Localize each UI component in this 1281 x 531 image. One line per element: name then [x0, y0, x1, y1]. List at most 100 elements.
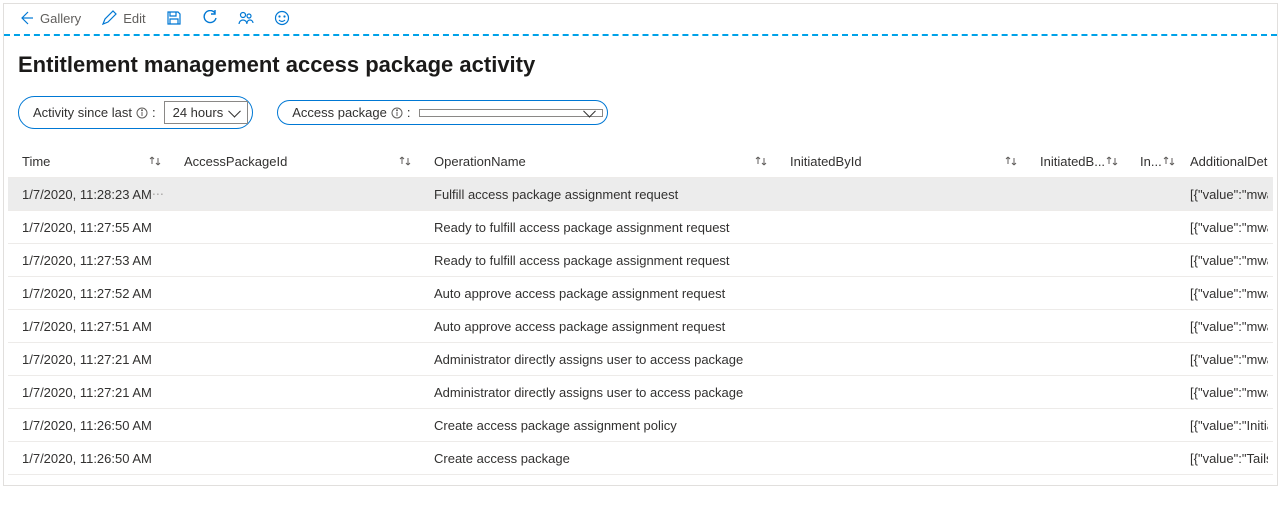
cell-access-package-id: [170, 450, 420, 466]
activity-filter-value: 24 hours: [173, 105, 224, 120]
cell-initiated-by-name: [1026, 186, 1126, 202]
filters-row: Activity since last : 24 hours Access pa…: [4, 78, 1277, 145]
access-package-filter[interactable]: Access package :: [277, 100, 607, 125]
cell-time: 1/7/2020, 11:27:55 AM: [8, 212, 170, 243]
cell-initiated-by-id: [776, 252, 1026, 268]
edit-label: Edit: [123, 11, 145, 26]
cell-initiated-by-id: [776, 285, 1026, 301]
cell-operation-name: Administrator directly assigns user to a…: [420, 344, 776, 375]
table-row[interactable]: 1/7/2020, 11:27:55 AM Ready to fulfill ac…: [8, 211, 1273, 244]
cell-initiated-by-type: [1126, 351, 1176, 367]
info-icon: [391, 107, 403, 119]
col-header-additional-details[interactable]: AdditionalDeta: [1176, 146, 1268, 177]
cell-operation-name: Ready to fulfill access package assignme…: [420, 245, 776, 276]
cell-initiated-by-name: [1026, 219, 1126, 235]
refresh-button[interactable]: [202, 10, 218, 26]
users-button[interactable]: [238, 10, 254, 26]
grid-body: 1/7/2020, 11:28:23 AM⋯ Fulfill access pac…: [8, 178, 1273, 475]
sort-icon: [1004, 154, 1018, 168]
cell-initiated-by-name: [1026, 252, 1126, 268]
cell-access-package-id: [170, 219, 420, 235]
package-filter-select[interactable]: [419, 109, 603, 117]
cell-initiated-by-name: [1026, 351, 1126, 367]
cell-initiated-by-id: [776, 318, 1026, 334]
cell-initiated-by-id: [776, 186, 1026, 202]
table-row[interactable]: 1/7/2020, 11:27:51 AM Auto approve access…: [8, 310, 1273, 343]
cell-initiated-by-id: [776, 219, 1026, 235]
cell-operation-name: Ready to fulfill access package assignme…: [420, 212, 776, 243]
feedback-button[interactable]: [274, 10, 290, 26]
cell-initiated-by-type: [1126, 252, 1176, 268]
table-row[interactable]: 1/7/2020, 11:27:21 AM Administrator direc…: [8, 343, 1273, 376]
table-row[interactable]: 1/7/2020, 11:26:50 AM Create access packa…: [8, 442, 1273, 475]
save-button[interactable]: [166, 10, 182, 26]
cell-access-package-id: [170, 186, 420, 202]
table-row[interactable]: 1/7/2020, 11:27:53 AMReady to fulfill ac…: [8, 244, 1273, 277]
cell-operation-name: Create access package: [420, 443, 776, 474]
cell-time: 1/7/2020, 11:27:52 AM: [8, 278, 170, 309]
app-frame: Gallery Edit En: [3, 3, 1278, 486]
table-row[interactable]: 1/7/2020, 11:28:23 AM⋯ Fulfill access pac…: [8, 178, 1273, 211]
refresh-icon: [202, 10, 218, 26]
activity-filter-select[interactable]: 24 hours: [164, 101, 249, 124]
cell-initiated-by-name: [1026, 417, 1126, 433]
cell-additional-details: [{"value":"Initial: [1176, 410, 1268, 441]
cell-access-package-id: [170, 252, 420, 268]
cell-initiated-by-name: [1026, 285, 1126, 301]
sort-icon: [148, 154, 162, 168]
cell-additional-details: [{"value":"mwah: [1176, 245, 1268, 276]
cell-operation-name: Create access package assignment policy: [420, 410, 776, 441]
activity-filter-label: Activity since last :: [33, 105, 156, 120]
cell-access-package-id: [170, 417, 420, 433]
package-filter-label: Access package :: [292, 105, 410, 120]
cell-initiated-by-type: [1126, 384, 1176, 400]
page-title: Entitlement management access package ac…: [4, 36, 1277, 78]
sort-icon: [398, 154, 412, 168]
gallery-button[interactable]: Gallery: [18, 10, 81, 26]
cell-operation-name: Auto approve access package assignment r…: [420, 311, 776, 342]
table-row[interactable]: 1/7/2020, 11:27:52 AM Auto approve access…: [8, 277, 1273, 310]
cell-time: 1/7/2020, 11:26:50 AM: [8, 443, 170, 474]
cell-time: 1/7/2020, 11:27:21 AM: [8, 377, 170, 408]
table-row[interactable]: 1/7/2020, 11:26:50 AM Create access packa…: [8, 409, 1273, 442]
arrow-left-icon: [18, 10, 34, 26]
cell-initiated-by-type: [1126, 417, 1176, 433]
col-header-operation-name[interactable]: OperationName: [420, 146, 776, 177]
cell-additional-details: [{"value":"mwah: [1176, 311, 1268, 342]
cell-time: 1/7/2020, 11:28:23 AM⋯: [8, 179, 170, 210]
col-header-initiated-by-type[interactable]: In...: [1126, 146, 1176, 177]
sort-icon: [1162, 154, 1176, 168]
col-header-access-package-id[interactable]: AccessPackageId: [170, 146, 420, 177]
results-grid: Time AccessPackageId OperationName Initi…: [4, 145, 1277, 475]
cell-operation-name: Administrator directly assigns user to a…: [420, 377, 776, 408]
pencil-icon: [101, 10, 117, 26]
cell-initiated-by-id: [776, 384, 1026, 400]
cell-initiated-by-type: [1126, 285, 1176, 301]
toolbar: Gallery Edit: [4, 4, 1277, 36]
cell-time: 1/7/2020, 11:27:51 AM: [8, 311, 170, 342]
grid-header-row: Time AccessPackageId OperationName Initi…: [8, 145, 1273, 178]
people-icon: [238, 10, 254, 26]
edit-button[interactable]: Edit: [101, 10, 145, 26]
cell-initiated-by-id: [776, 417, 1026, 433]
sort-icon: [1105, 154, 1119, 168]
cell-operation-name: Fulfill access package assignment reques…: [420, 179, 776, 210]
row-menu-icon[interactable]: ⋯: [152, 187, 170, 202]
smiley-icon: [274, 10, 290, 26]
col-header-time[interactable]: Time: [8, 146, 170, 177]
cell-time: 1/7/2020, 11:27:21 AM: [8, 344, 170, 375]
activity-since-last-filter[interactable]: Activity since last : 24 hours: [18, 96, 253, 129]
cell-additional-details: [{"value":"mwah: [1176, 179, 1268, 210]
cell-additional-details: [{"value":"mwah: [1176, 377, 1268, 408]
cell-initiated-by-type: [1126, 450, 1176, 466]
table-row[interactable]: 1/7/2020, 11:27:21 AM Administrator direc…: [8, 376, 1273, 409]
cell-time: 1/7/2020, 11:26:50 AM: [8, 410, 170, 441]
cell-access-package-id: [170, 318, 420, 334]
cell-initiated-by-type: [1126, 186, 1176, 202]
cell-operation-name: Auto approve access package assignment r…: [420, 278, 776, 309]
save-icon: [166, 10, 182, 26]
col-header-initiated-by-id[interactable]: InitiatedById: [776, 146, 1026, 177]
sort-icon: [754, 154, 768, 168]
cell-additional-details: [{"value":"mwah: [1176, 278, 1268, 309]
col-header-initiated-by-name[interactable]: InitiatedB...: [1026, 146, 1126, 177]
